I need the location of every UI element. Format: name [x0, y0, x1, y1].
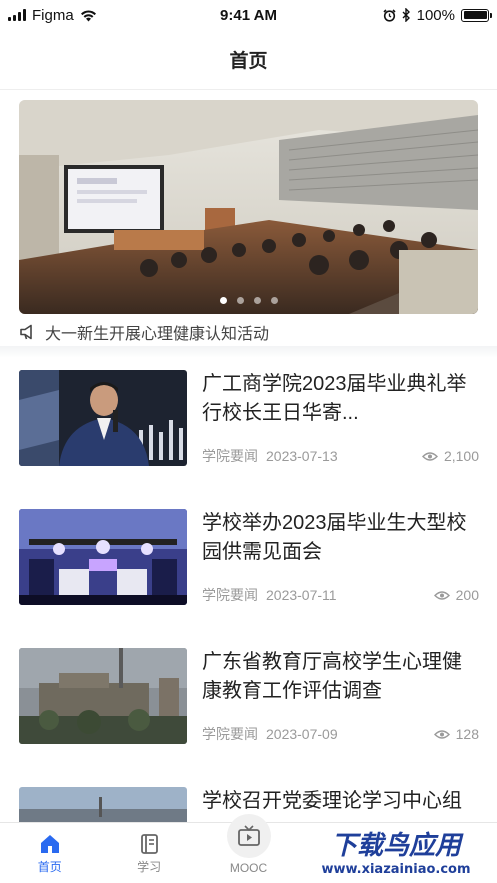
- news-meta: 学院要闻 2023-07-11 200: [202, 585, 479, 605]
- news-item[interactable]: 学校举办2023届毕业生大型校园供需见面会 学院要闻 2023-07-11 20…: [19, 509, 479, 605]
- nav-bar: 首页: [0, 30, 497, 90]
- bluetooth-icon: [402, 8, 410, 22]
- news-title: 广工商学院2023届毕业典礼举行校长王日华寄...: [202, 373, 467, 424]
- news-date: 2023-07-09: [266, 726, 338, 742]
- status-time: 9:41 AM: [220, 6, 277, 24]
- eye-icon: [433, 729, 450, 739]
- battery-icon: [461, 8, 492, 22]
- tab-study[interactable]: 学习: [99, 823, 198, 883]
- megaphone-icon: [20, 324, 32, 340]
- tab-home[interactable]: 首页: [0, 823, 99, 883]
- notice-bar[interactable]: 大一新生开展心理健康认知活动: [19, 318, 478, 346]
- news-thumbnail: [19, 370, 187, 466]
- news-thumbnail: [19, 509, 187, 605]
- carousel-dots[interactable]: [19, 297, 478, 304]
- news-item[interactable]: 广东省教育厅高校学生心理健康教育工作评估调查 学院要闻 2023-07-09 1…: [19, 648, 479, 744]
- views-count: 128: [455, 726, 479, 742]
- svg-text:www.xiazainiao.com: www.xiazainiao.com: [321, 862, 470, 877]
- carousel-dot[interactable]: [270, 297, 278, 304]
- alarm-icon: [383, 8, 396, 22]
- views-count: 200: [455, 587, 479, 603]
- tab-label: 学习: [137, 860, 162, 874]
- notice-text: 大一新生开展心理健康认知活动: [45, 326, 270, 343]
- news-views: 2,100: [421, 448, 479, 464]
- tv-icon: [237, 825, 260, 846]
- news-body: 学校举办2023届毕业生大型校园供需见面会 学院要闻 2023-07-11 20…: [202, 509, 479, 605]
- news-body: 广东省教育厅高校学生心理健康教育工作评估调查 学院要闻 2023-07-09 1…: [202, 648, 479, 744]
- eye-icon: [433, 590, 450, 600]
- news-title: 广东省教育厅高校学生心理健康教育工作评估调查: [202, 651, 462, 702]
- tab-label: MOOC: [229, 861, 268, 875]
- carousel-dot[interactable]: [236, 297, 244, 304]
- section-divider: [0, 346, 497, 358]
- status-bar: Figma 9:41 AM 100%: [0, 0, 497, 30]
- news-views: 128: [433, 726, 479, 742]
- battery-percent: 100%: [416, 6, 455, 24]
- news-category: 学院要闻: [202, 726, 258, 742]
- carousel-dot[interactable]: [253, 297, 261, 304]
- svg-text:下载鸟应用: 下载鸟应用: [331, 831, 464, 861]
- carousel-dot[interactable]: [219, 297, 227, 304]
- views-count: 2,100: [443, 448, 479, 464]
- news-meta: 学院要闻 2023-07-09 128: [202, 724, 479, 744]
- watermark-logo: 下载鸟应用 www.xiazainiao.com: [301, 824, 491, 878]
- eye-icon: [421, 451, 438, 461]
- news-meta: 学院要闻 2023-07-13 2,100: [202, 446, 479, 466]
- tab-label: 首页: [37, 860, 62, 874]
- news-title: 学校举办2023届毕业生大型校园供需见面会: [202, 512, 467, 563]
- status-right: 100%: [329, 6, 492, 24]
- signal-icon: [8, 9, 26, 21]
- mooc-icon-wrap: [226, 814, 271, 858]
- news-category: 学院要闻: [202, 448, 258, 464]
- tab-mooc[interactable]: MOOC: [199, 814, 298, 883]
- news-views: 200: [433, 587, 479, 603]
- banner-carousel[interactable]: [19, 100, 478, 314]
- news-category: 学院要闻: [202, 587, 258, 603]
- page-title: 首页: [229, 51, 268, 72]
- banner-image: [19, 100, 478, 314]
- news-item[interactable]: 广工商学院2023届毕业典礼举行校长王日华寄... 学院要闻 2023-07-1…: [19, 370, 479, 466]
- news-date: 2023-07-13: [266, 448, 338, 464]
- carrier-name: Figma: [32, 6, 74, 24]
- wifi-icon: [80, 9, 96, 21]
- status-left: Figma: [8, 7, 168, 24]
- home-icon: [40, 835, 59, 853]
- news-body: 广工商学院2023届毕业典礼举行校长王日华寄... 学院要闻 2023-07-1…: [202, 370, 479, 466]
- news-thumbnail: [19, 648, 187, 744]
- book-icon: [141, 834, 159, 854]
- news-date: 2023-07-11: [266, 587, 337, 603]
